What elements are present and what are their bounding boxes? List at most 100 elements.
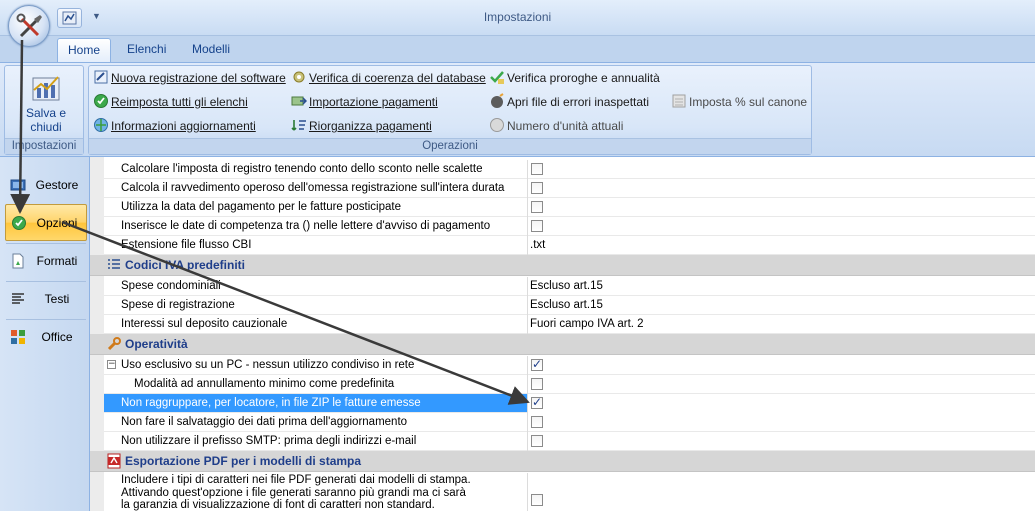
import-payments-icon (291, 96, 307, 106)
new-registration-button[interactable]: Nuova registrazione del software (93, 68, 286, 88)
formats-icon (12, 253, 24, 269)
percent-rent-icon (672, 94, 686, 108)
nav-label-formati: Formati (36, 254, 78, 268)
column-divider (527, 296, 528, 315)
property-label: Uso esclusivo su un PC - nessun utilizzo… (121, 359, 415, 371)
reset-lists-button[interactable]: Reimposta tutti gli elenchi (93, 92, 248, 112)
property-row[interactable]: Includere i tipi di caratteri nei file P… (104, 473, 1035, 511)
property-label: Spese di registrazione (121, 299, 235, 311)
reset-lists-icon (94, 94, 108, 108)
wrench-icon (107, 337, 121, 351)
property-value[interactable]: Escluso art.15 (530, 299, 603, 311)
column-divider (527, 315, 528, 334)
collapse-icon[interactable]: − (107, 360, 116, 369)
property-row[interactable]: Spese condominiali Escluso art.15 (104, 277, 1035, 296)
application-button[interactable] (8, 5, 50, 47)
check-extensions-icon (490, 71, 504, 84)
nav-label-opzioni: Opzioni (36, 216, 78, 230)
property-label: Interessi sul deposito cauzionale (121, 318, 288, 330)
property-checkbox[interactable] (531, 494, 543, 506)
tools-icon (16, 13, 42, 38)
update-info-button[interactable]: Informazioni aggiornamenti (93, 116, 256, 136)
reorganize-payments-icon (291, 120, 306, 131)
tab-home[interactable]: Home (57, 38, 112, 62)
property-row-selected[interactable]: Non raggruppare, per locatore, in file Z… (104, 394, 1035, 413)
nav-item-gestore[interactable]: Gestore (5, 167, 87, 203)
property-row[interactable]: Inserisce le date di competenza tra () n… (104, 217, 1035, 236)
error-file-label: Apri file di errori inaspettati (507, 95, 650, 109)
title-bar: ▼ Impostazioni (0, 0, 1035, 47)
nav-label-testi: Testi (44, 292, 70, 306)
tab-modelli[interactable]: Modelli (182, 38, 240, 62)
check-extensions-button[interactable]: Verifica proroghe e annualità (489, 68, 660, 88)
property-row[interactable]: Calcolare l'imposta di registro tenendo … (104, 160, 1035, 179)
property-row[interactable]: Utilizza la data del pagamento per le fa… (104, 198, 1035, 217)
category-operativita[interactable]: Operatività (90, 334, 1035, 355)
property-checkbox[interactable] (531, 357, 543, 371)
property-label: Non raggruppare, per locatore, in file Z… (121, 397, 421, 409)
property-checkbox[interactable] (531, 395, 543, 409)
property-row[interactable]: Estensione file flusso CBI .txt (104, 236, 1035, 255)
category-label: Codici IVA predefiniti (125, 258, 246, 272)
column-divider (527, 394, 528, 413)
property-value[interactable]: .txt (530, 239, 545, 251)
property-row[interactable]: Modalità ad annullamento minimo come pre… (104, 375, 1035, 394)
ribbon: Salva e chiudi Impostazioni Nuova regist… (0, 62, 1035, 157)
property-checkbox[interactable] (531, 163, 543, 175)
property-value[interactable]: Fuori campo IVA art. 2 (530, 318, 644, 330)
category-esportazione-pdf[interactable]: Esportazione PDF per i modelli di stampa (90, 451, 1035, 472)
database-check-button[interactable]: Verifica di coerenza del database (291, 68, 486, 88)
property-checkbox[interactable] (531, 378, 543, 390)
save-and-close-button[interactable]: Salva e chiudi (9, 70, 83, 136)
column-divider (527, 277, 528, 296)
property-row[interactable]: Spese di registrazione Escluso art.15 (104, 296, 1035, 315)
property-checkbox[interactable] (531, 182, 543, 194)
property-checkbox[interactable] (531, 220, 543, 232)
office-icon (11, 330, 25, 344)
property-checkbox[interactable] (531, 201, 543, 213)
category-codici-iva[interactable]: Codici IVA predefiniti (90, 255, 1035, 276)
new-registration-icon (94, 70, 108, 84)
tab-elenchi[interactable]: Elenchi (117, 38, 176, 62)
property-label: Inserisce le date di competenza tra () n… (121, 220, 491, 232)
property-checkbox[interactable] (531, 416, 543, 428)
update-info-label: Informazioni aggiornamenti (111, 119, 256, 133)
property-label: Estensione file flusso CBI (121, 239, 252, 251)
column-divider (527, 413, 528, 432)
property-label-line3: la garanzia di visualizzazione di font d… (121, 499, 435, 511)
column-divider (527, 160, 528, 179)
save-label-line2: chiudi (30, 120, 62, 134)
pdf-icon (107, 453, 121, 469)
options-check-icon (12, 216, 26, 230)
group-label-operazioni: Operazioni (89, 138, 811, 154)
percent-rent-button[interactable]: Imposta % sul canone (671, 92, 807, 112)
unit-count-icon (490, 118, 504, 132)
property-label-line1: Includere i tipi di caratteri nei file P… (121, 474, 471, 486)
property-row[interactable]: Non fare il salvataggio dei dati prima d… (104, 413, 1035, 432)
property-label: Includere i tipi di caratteri nei file P… (121, 474, 471, 511)
group-impostazioni: Salva e chiudi Impostazioni (4, 65, 84, 155)
group-label-impostazioni: Impostazioni (5, 138, 83, 154)
new-registration-label: Nuova registrazione del software (111, 71, 286, 85)
property-row[interactable]: Calcola il ravvedimento operoso dell'ome… (104, 179, 1035, 198)
property-row[interactable]: − Uso esclusivo su un PC - nessun utilizz… (104, 356, 1035, 375)
ribbon-tabs: Home Elenchi Modelli (0, 36, 1035, 62)
nav-item-testi[interactable]: Testi (5, 281, 87, 317)
column-divider (527, 432, 528, 451)
column-divider (527, 236, 528, 255)
nav-item-office[interactable]: Office (5, 319, 87, 355)
property-row[interactable]: Interessi sul deposito cauzionale Fuori c… (104, 315, 1035, 334)
update-info-icon (94, 118, 108, 132)
unit-count-label: Numero d'unità attuali (507, 119, 624, 133)
nav-item-opzioni[interactable]: Opzioni (5, 204, 87, 241)
nav-item-formati[interactable]: Formati (5, 243, 87, 279)
property-row[interactable]: Non utilizzare il prefisso SMTP: prima d… (104, 432, 1035, 451)
import-payments-button[interactable]: Importazione pagamenti (291, 92, 438, 112)
property-value[interactable]: Escluso art.15 (530, 280, 603, 292)
unit-count-button[interactable]: Numero d'unità attuali (489, 116, 623, 136)
error-file-button[interactable]: Apri file di errori inaspettati (489, 92, 649, 112)
group-operazioni: Nuova registrazione del software Reimpos… (88, 65, 812, 155)
reorganize-payments-button[interactable]: Riorganizza pagamenti (291, 116, 432, 136)
property-checkbox[interactable] (531, 435, 543, 447)
property-label: Modalità ad annullamento minimo come pre… (134, 378, 395, 390)
